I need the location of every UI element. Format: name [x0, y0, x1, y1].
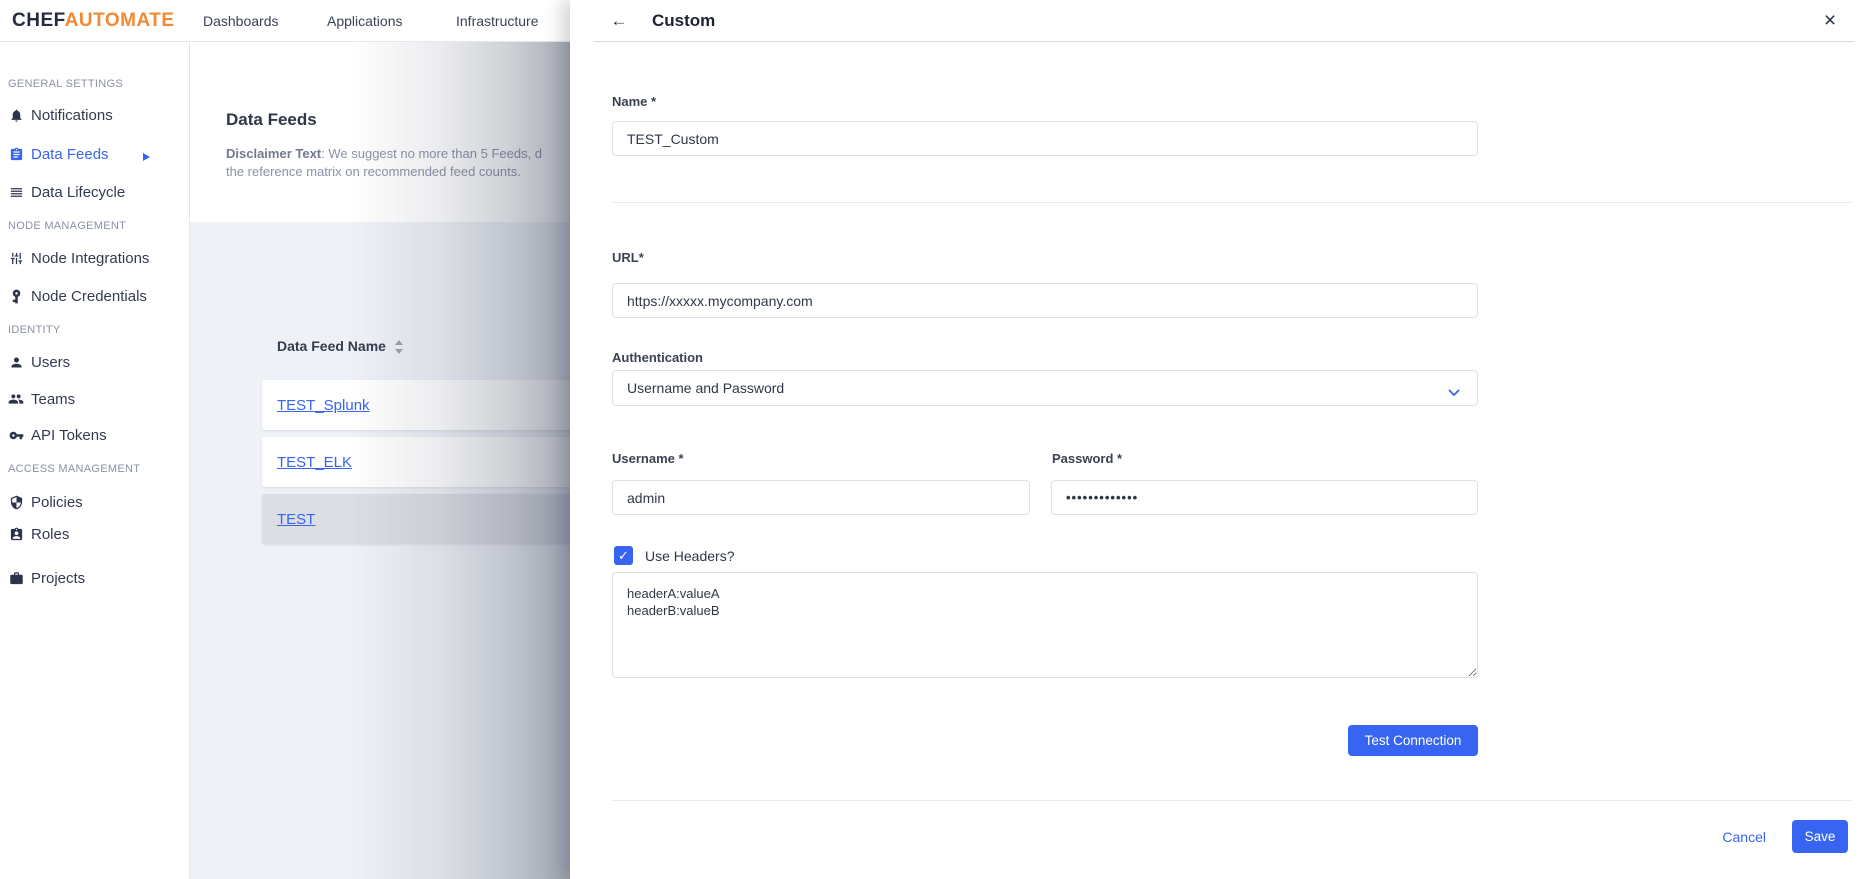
feed-link-test-splunk[interactable]: TEST_Splunk [277, 397, 370, 414]
sidebar-item-node-integrations[interactable]: Node Integrations [0, 246, 189, 270]
name-label: Name * [612, 94, 656, 109]
section-divider [612, 202, 1852, 203]
use-headers-label: Use Headers? [645, 548, 735, 564]
data-feeds-page: Data Feeds Disclaimer Text: We suggest n… [190, 42, 570, 879]
nav-applications[interactable]: Applications [327, 0, 403, 42]
sidebar-item-label: Data Feeds [31, 146, 109, 163]
save-button[interactable]: Save [1792, 820, 1848, 853]
sidebar-item-policies[interactable]: Policies [0, 490, 189, 514]
section-identity: IDENTITY [8, 324, 189, 338]
sidebar-item-data-lifecycle[interactable]: Data Lifecycle [0, 180, 189, 204]
sidebar-item-label: Roles [31, 526, 69, 543]
section-general-settings: GENERAL SETTINGS [8, 78, 189, 92]
sliders-icon [8, 250, 24, 266]
sidebar-item-api-tokens[interactable]: API Tokens [0, 423, 189, 447]
authentication-label: Authentication [612, 350, 703, 365]
sidebar-item-label: Projects [31, 570, 85, 587]
section-node-management: NODE MANAGEMENT [8, 220, 189, 234]
username-label: Username * [612, 451, 684, 466]
sidebar-item-roles[interactable]: Roles [0, 522, 189, 546]
password-field[interactable] [1051, 480, 1478, 515]
section-access-management: ACCESS MANAGEMENT [8, 463, 189, 477]
feed-link-test[interactable]: TEST [277, 511, 315, 528]
sidebar-item-label: Teams [31, 391, 75, 408]
password-label: Password * [1052, 451, 1122, 466]
custom-feed-slideover: ← Custom × Name * URL* Authentication Us… [570, 0, 1862, 879]
sidebar-item-label: Data Lifecycle [31, 184, 125, 201]
list-icon [8, 184, 24, 200]
bell-icon [8, 107, 24, 123]
chevron-down-icon [1448, 384, 1460, 400]
slideover-title: Custom [652, 11, 715, 31]
settings-sidebar: GENERAL SETTINGS Notifications Data Feed… [0, 42, 190, 879]
badge-icon [8, 526, 24, 542]
slideover-header: ← Custom × [570, 0, 1862, 42]
sidebar-item-node-credentials[interactable]: Node Credentials [0, 284, 189, 308]
authentication-select[interactable]: Username and Password [612, 370, 1478, 406]
people-icon [8, 391, 24, 407]
username-field[interactable] [612, 480, 1030, 515]
back-arrow-icon[interactable]: ← [606, 0, 632, 42]
sidebar-item-projects[interactable]: Projects [0, 566, 189, 590]
sidebar-item-label: Node Credentials [31, 288, 147, 305]
table-row[interactable]: TEST_ELK [262, 437, 570, 487]
nav-dashboards[interactable]: Dashboards [203, 0, 279, 42]
active-item-arrow-icon [142, 149, 151, 166]
sidebar-item-label: Policies [31, 494, 83, 511]
url-label: URL* [612, 250, 644, 265]
cancel-button[interactable]: Cancel [1722, 829, 1766, 845]
chef-automate-logo[interactable]: CHEFAUTOMATE [12, 0, 175, 42]
headers-textarea[interactable]: headerA:valueA headerB:valueB [612, 572, 1478, 678]
use-headers-checkbox[interactable]: ✓ [614, 546, 633, 565]
disclaimer-label: Disclaimer Text [226, 146, 321, 161]
logo-automate: AUTOMATE [65, 10, 175, 31]
table-row[interactable]: TEST_Splunk [262, 380, 570, 430]
sidebar-item-users[interactable]: Users [0, 350, 189, 374]
sidebar-item-teams[interactable]: Teams [0, 387, 189, 411]
sidebar-item-label: API Tokens [31, 427, 107, 444]
sidebar-item-label: Node Integrations [31, 250, 149, 267]
shield-icon [8, 494, 24, 510]
sidebar-item-data-feeds[interactable]: Data Feeds [0, 142, 189, 166]
key-icon [8, 288, 24, 304]
sidebar-item-label: Users [31, 354, 70, 371]
person-icon [8, 354, 24, 370]
clipboard-icon [8, 146, 24, 162]
authentication-selected-value: Username and Password [627, 380, 784, 396]
footer-actions: Cancel Save [1722, 820, 1848, 853]
nav-infrastructure[interactable]: Infrastructure [456, 0, 538, 42]
close-icon[interactable]: × [1818, 9, 1842, 33]
page-title: Data Feeds [226, 110, 317, 130]
name-field[interactable] [612, 121, 1478, 156]
feed-link-test-elk[interactable]: TEST_ELK [277, 454, 352, 471]
table-section-background [190, 222, 570, 879]
logo-chef: CHEF [12, 10, 65, 31]
sidebar-item-label: Notifications [31, 107, 113, 124]
sidebar-item-notifications[interactable]: Notifications [0, 103, 189, 127]
briefcase-icon [8, 570, 24, 586]
column-header-data-feed-name: Data Feed Name [277, 338, 386, 354]
key-icon [8, 427, 24, 443]
table-row[interactable]: TEST [262, 494, 570, 544]
test-connection-button[interactable]: Test Connection [1348, 725, 1478, 756]
disclaimer-text: Disclaimer Text: We suggest no more than… [226, 145, 542, 181]
sort-icon[interactable] [395, 340, 405, 354]
checkmark-icon: ✓ [618, 548, 629, 564]
footer-divider [612, 800, 1852, 801]
url-field[interactable] [612, 283, 1478, 318]
